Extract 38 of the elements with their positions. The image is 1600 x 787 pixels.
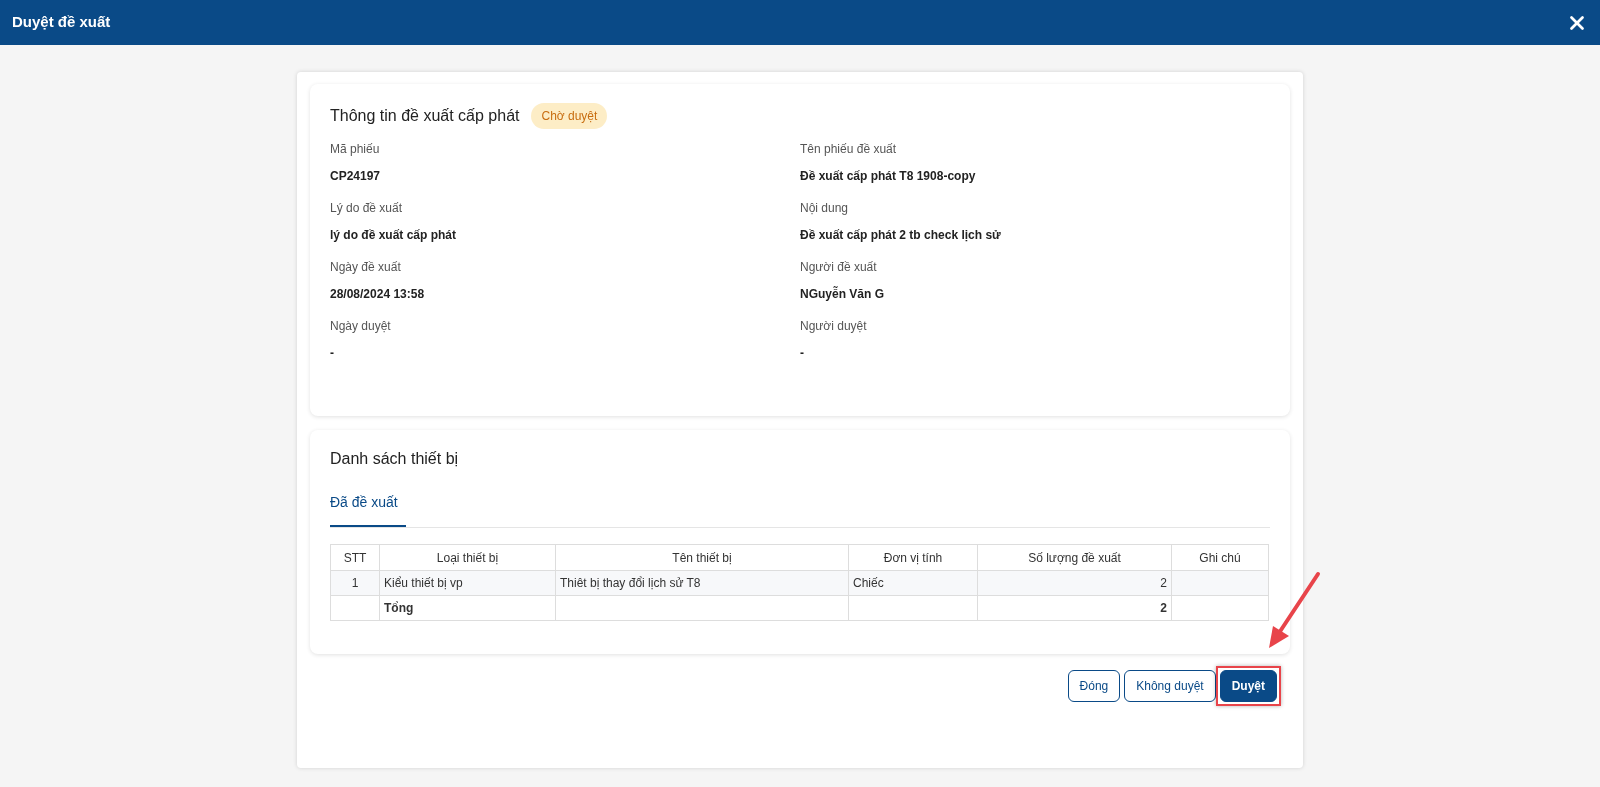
field-label: Lý do đề xuất bbox=[330, 200, 404, 217]
field-value: - bbox=[800, 345, 805, 362]
table-cell: Tổng bbox=[379, 595, 556, 621]
table-cell: Chiếc bbox=[848, 570, 978, 596]
tab[interactable]: Đã đề xuất bbox=[330, 492, 406, 527]
field-value: - bbox=[330, 345, 335, 362]
action-button[interactable]: Không duyệt bbox=[1124, 670, 1216, 702]
table-cell: 2 bbox=[977, 595, 1172, 621]
action-button[interactable]: Duyệt bbox=[1219, 670, 1277, 702]
field-label: Người đề xuất bbox=[800, 259, 878, 276]
field-value: Đề xuất cấp phát T8 1908-copy bbox=[800, 168, 977, 185]
field-label: Ngày đề xuất bbox=[330, 259, 402, 276]
status-badge: Chờ duyệt bbox=[531, 103, 608, 129]
field-value: NGuyễn Văn G bbox=[800, 285, 886, 303]
window-title: Duyệt đề xuất bbox=[12, 12, 111, 33]
table-cell: 2 bbox=[977, 570, 1172, 596]
column-header: Loại thiết bị bbox=[379, 544, 556, 571]
field-label: Ngày duyệt bbox=[330, 318, 392, 335]
column-header: Ghi chú bbox=[1171, 544, 1269, 571]
field-label: Nội dung bbox=[800, 200, 850, 217]
table-cell: Kiểu thiết bị vp bbox=[379, 570, 556, 596]
column-header: Tên thiết bị bbox=[555, 544, 849, 571]
field-value: lý do đề xuất cấp phát bbox=[330, 227, 458, 244]
section-title: Thông tin đề xuất cấp phát bbox=[330, 106, 520, 126]
action-button[interactable]: Đóng bbox=[1067, 670, 1121, 702]
table-cell bbox=[330, 595, 380, 621]
table-cell: Thiêt bị thay đổi lịch sử T8 bbox=[555, 570, 849, 596]
column-header: Đơn vị tính bbox=[848, 544, 978, 571]
field-label: Tên phiếu đề xuất bbox=[800, 141, 898, 158]
field-label: Người duyệt bbox=[800, 318, 868, 335]
field-label: Mã phiếu bbox=[330, 141, 381, 158]
field-value: 28/08/2024 13:58 bbox=[330, 286, 426, 303]
column-header: Số lượng đề xuất bbox=[977, 544, 1172, 571]
field-value: Đề xuất cấp phát 2 tb check lịch sử bbox=[800, 227, 1002, 244]
column-header: STT bbox=[330, 544, 380, 571]
table-cell: 1 bbox=[330, 570, 380, 596]
field-value: CP24197 bbox=[330, 168, 382, 185]
section-title: Danh sách thiết bị bbox=[330, 449, 460, 469]
